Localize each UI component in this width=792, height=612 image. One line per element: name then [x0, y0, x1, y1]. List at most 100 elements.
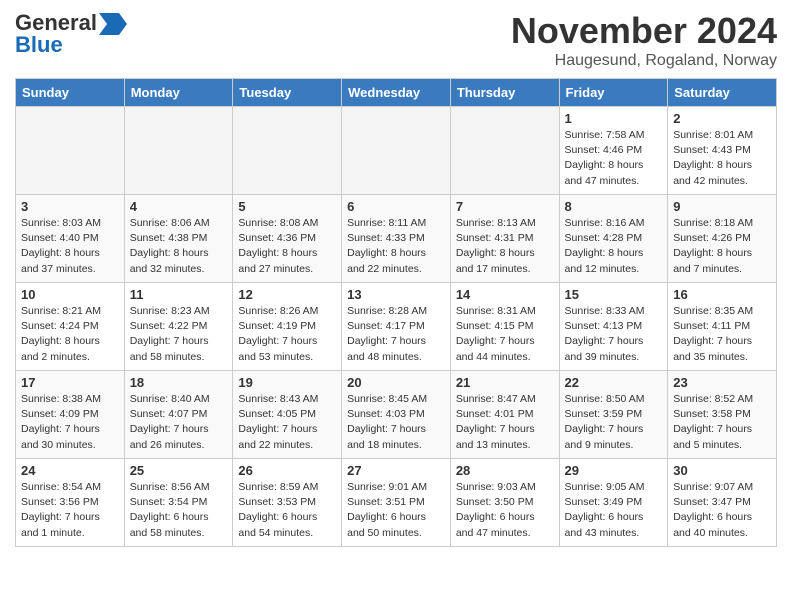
day-number: 25	[130, 463, 228, 478]
calendar-day-cell: 11Sunrise: 8:23 AM Sunset: 4:22 PM Dayli…	[124, 283, 233, 371]
day-info: Sunrise: 9:05 AM Sunset: 3:49 PM Dayligh…	[565, 480, 663, 541]
calendar-day-cell: 16Sunrise: 8:35 AM Sunset: 4:11 PM Dayli…	[668, 283, 777, 371]
day-number: 9	[673, 199, 771, 214]
calendar-day-cell: 24 Sunrise: 8:54 AM Sunset: 3:56 PM Dayli…	[16, 459, 125, 547]
day-number: 4	[130, 199, 228, 214]
day-number: 17	[21, 375, 119, 390]
calendar-day-cell: 1 Sunrise: 7:58 AM Sunset: 4:46 PM Daylig…	[559, 107, 668, 195]
calendar-day-cell: 4 Sunrise: 8:06 AM Sunset: 4:38 PM Daylig…	[124, 195, 233, 283]
day-number: 20	[347, 375, 445, 390]
day-info: Sunrise: 8:08 AM Sunset: 4:36 PM Dayligh…	[238, 216, 336, 277]
day-number: 27	[347, 463, 445, 478]
calendar-empty-cell	[124, 107, 233, 195]
calendar-empty-cell	[450, 107, 559, 195]
day-info: Sunrise: 8:01 AM Sunset: 4:43 PM Dayligh…	[673, 128, 771, 189]
calendar-empty-cell	[16, 107, 125, 195]
calendar-body: 1 Sunrise: 7:58 AM Sunset: 4:46 PM Daylig…	[16, 107, 777, 547]
calendar-day-cell: 23Sunrise: 8:52 AM Sunset: 3:58 PM Dayli…	[668, 371, 777, 459]
day-number: 13	[347, 287, 445, 302]
calendar-day-cell: 10Sunrise: 8:21 AM Sunset: 4:24 PM Dayli…	[16, 283, 125, 371]
calendar-header-friday: Friday	[559, 79, 668, 107]
day-info: Sunrise: 8:28 AM Sunset: 4:17 PM Dayligh…	[347, 304, 445, 365]
day-info: Sunrise: 8:21 AM Sunset: 4:24 PM Dayligh…	[21, 304, 119, 365]
calendar-day-cell: 6 Sunrise: 8:11 AM Sunset: 4:33 PM Daylig…	[342, 195, 451, 283]
title-section: November 2024 Haugesund, Rogaland, Norwa…	[511, 10, 777, 70]
calendar-day-cell: 28Sunrise: 9:03 AM Sunset: 3:50 PM Dayli…	[450, 459, 559, 547]
day-info: Sunrise: 8:33 AM Sunset: 4:13 PM Dayligh…	[565, 304, 663, 365]
calendar-day-cell: 9 Sunrise: 8:18 AM Sunset: 4:26 PM Daylig…	[668, 195, 777, 283]
day-info: Sunrise: 8:45 AM Sunset: 4:03 PM Dayligh…	[347, 392, 445, 453]
calendar-week-row: 3Sunrise: 8:03 AM Sunset: 4:40 PM Daylig…	[16, 195, 777, 283]
day-info: Sunrise: 8:31 AM Sunset: 4:15 PM Dayligh…	[456, 304, 554, 365]
day-number: 2	[673, 111, 771, 126]
location-title: Haugesund, Rogaland, Norway	[511, 52, 777, 70]
day-number: 30	[673, 463, 771, 478]
calendar-day-cell: 13 Sunrise: 8:28 AM Sunset: 4:17 PM Dayli…	[342, 283, 451, 371]
day-info: Sunrise: 7:58 AM Sunset: 4:46 PM Dayligh…	[565, 128, 663, 189]
day-info: Sunrise: 8:43 AM Sunset: 4:05 PM Dayligh…	[238, 392, 336, 453]
day-info: Sunrise: 8:50 AM Sunset: 3:59 PM Dayligh…	[565, 392, 663, 453]
day-number: 21	[456, 375, 554, 390]
day-info: Sunrise: 8:06 AM Sunset: 4:38 PM Dayligh…	[130, 216, 228, 277]
day-number: 1	[565, 111, 663, 126]
calendar-header-monday: Monday	[124, 79, 233, 107]
calendar-day-cell: 15 Sunrise: 8:33 AM Sunset: 4:13 PM Dayli…	[559, 283, 668, 371]
day-info: Sunrise: 8:38 AM Sunset: 4:09 PM Dayligh…	[21, 392, 119, 453]
day-number: 15	[565, 287, 663, 302]
day-info: Sunrise: 8:11 AM Sunset: 4:33 PM Dayligh…	[347, 216, 445, 277]
day-number: 5	[238, 199, 336, 214]
calendar-day-cell: 14 Sunrise: 8:31 AM Sunset: 4:15 PM Dayli…	[450, 283, 559, 371]
calendar-day-cell: 18Sunrise: 8:40 AM Sunset: 4:07 PM Dayli…	[124, 371, 233, 459]
calendar-day-cell: 25 Sunrise: 8:56 AM Sunset: 3:54 PM Dayli…	[124, 459, 233, 547]
calendar-day-cell: 7Sunrise: 8:13 AM Sunset: 4:31 PM Daylig…	[450, 195, 559, 283]
day-info: Sunrise: 8:54 AM Sunset: 3:56 PM Dayligh…	[21, 480, 119, 541]
day-info: Sunrise: 8:56 AM Sunset: 3:54 PM Dayligh…	[130, 480, 228, 541]
calendar-day-cell: 3Sunrise: 8:03 AM Sunset: 4:40 PM Daylig…	[16, 195, 125, 283]
logo-blue-text: Blue	[15, 32, 63, 58]
day-info: Sunrise: 8:03 AM Sunset: 4:40 PM Dayligh…	[21, 216, 119, 277]
page-header: General Blue November 2024 Haugesund, Ro…	[15, 10, 777, 70]
calendar-week-row: 17 Sunrise: 8:38 AM Sunset: 4:09 PM Dayli…	[16, 371, 777, 459]
calendar-day-cell: 8 Sunrise: 8:16 AM Sunset: 4:28 PM Daylig…	[559, 195, 668, 283]
calendar-day-cell: 27 Sunrise: 9:01 AM Sunset: 3:51 PM Dayli…	[342, 459, 451, 547]
day-number: 29	[565, 463, 663, 478]
calendar-day-cell: 20 Sunrise: 8:45 AM Sunset: 4:03 PM Dayli…	[342, 371, 451, 459]
day-info: Sunrise: 8:35 AM Sunset: 4:11 PM Dayligh…	[673, 304, 771, 365]
calendar-day-cell: 30 Sunrise: 9:07 AM Sunset: 3:47 PM Dayli…	[668, 459, 777, 547]
day-number: 6	[347, 199, 445, 214]
calendar-day-cell: 19Sunrise: 8:43 AM Sunset: 4:05 PM Dayli…	[233, 371, 342, 459]
day-number: 14	[456, 287, 554, 302]
calendar-week-row: 1 Sunrise: 7:58 AM Sunset: 4:46 PM Daylig…	[16, 107, 777, 195]
calendar-empty-cell	[342, 107, 451, 195]
day-number: 8	[565, 199, 663, 214]
day-info: Sunrise: 9:07 AM Sunset: 3:47 PM Dayligh…	[673, 480, 771, 541]
day-number: 24	[21, 463, 119, 478]
day-info: Sunrise: 8:18 AM Sunset: 4:26 PM Dayligh…	[673, 216, 771, 277]
day-info: Sunrise: 8:52 AM Sunset: 3:58 PM Dayligh…	[673, 392, 771, 453]
calendar-header-sunday: Sunday	[16, 79, 125, 107]
day-number: 28	[456, 463, 554, 478]
calendar-week-row: 10Sunrise: 8:21 AM Sunset: 4:24 PM Dayli…	[16, 283, 777, 371]
day-info: Sunrise: 8:13 AM Sunset: 4:31 PM Dayligh…	[456, 216, 554, 277]
day-info: Sunrise: 8:59 AM Sunset: 3:53 PM Dayligh…	[238, 480, 336, 541]
calendar-day-cell: 12Sunrise: 8:26 AM Sunset: 4:19 PM Dayli…	[233, 283, 342, 371]
day-info: Sunrise: 8:16 AM Sunset: 4:28 PM Dayligh…	[565, 216, 663, 277]
day-info: Sunrise: 8:26 AM Sunset: 4:19 PM Dayligh…	[238, 304, 336, 365]
calendar-header-saturday: Saturday	[668, 79, 777, 107]
calendar-day-cell: 2 Sunrise: 8:01 AM Sunset: 4:43 PM Daylig…	[668, 107, 777, 195]
calendar-header-wednesday: Wednesday	[342, 79, 451, 107]
calendar-header-tuesday: Tuesday	[233, 79, 342, 107]
day-info: Sunrise: 8:47 AM Sunset: 4:01 PM Dayligh…	[456, 392, 554, 453]
calendar-day-cell: 21 Sunrise: 8:47 AM Sunset: 4:01 PM Dayli…	[450, 371, 559, 459]
day-info: Sunrise: 9:01 AM Sunset: 3:51 PM Dayligh…	[347, 480, 445, 541]
calendar-day-cell: 26 Sunrise: 8:59 AM Sunset: 3:53 PM Dayli…	[233, 459, 342, 547]
day-number: 18	[130, 375, 228, 390]
calendar-day-cell: 22 Sunrise: 8:50 AM Sunset: 3:59 PM Dayli…	[559, 371, 668, 459]
calendar-header-thursday: Thursday	[450, 79, 559, 107]
logo-arrow-icon	[99, 13, 127, 35]
calendar-header-row: SundayMondayTuesdayWednesdayThursdayFrid…	[16, 79, 777, 107]
day-number: 26	[238, 463, 336, 478]
day-number: 22	[565, 375, 663, 390]
calendar-table: SundayMondayTuesdayWednesdayThursdayFrid…	[15, 78, 777, 547]
calendar-day-cell: 17 Sunrise: 8:38 AM Sunset: 4:09 PM Dayli…	[16, 371, 125, 459]
